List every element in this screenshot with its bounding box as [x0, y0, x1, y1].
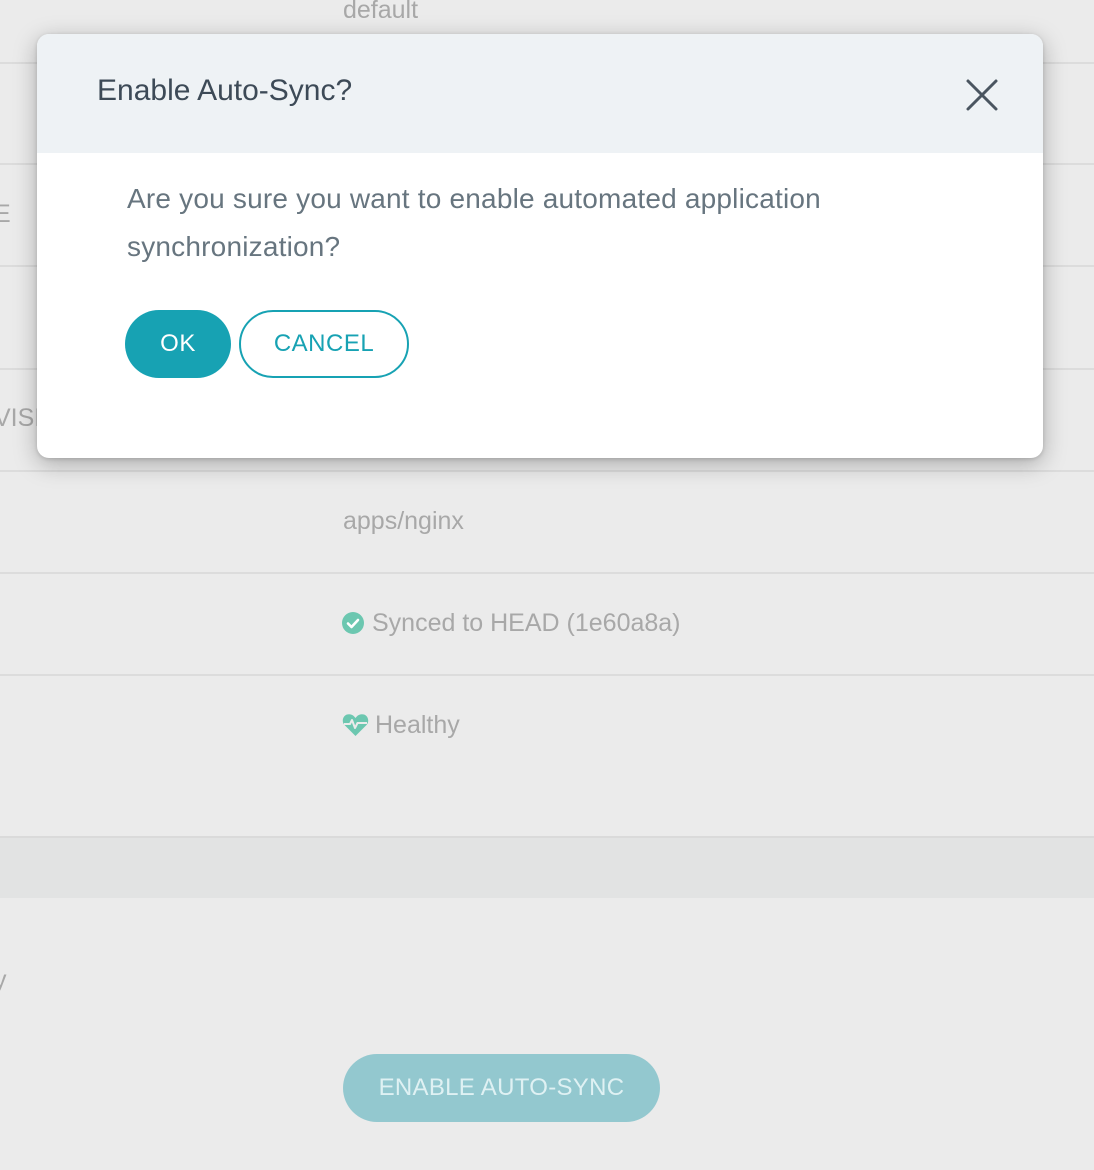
row-label-fragment: y — [0, 966, 7, 994]
row-divider — [0, 674, 1094, 676]
heart-pulse-icon — [342, 714, 369, 736]
check-circle-icon — [342, 612, 364, 634]
row-divider — [0, 572, 1094, 574]
dialog-title: Enable Auto-Sync? — [97, 74, 353, 107]
ok-button[interactable]: OK — [125, 310, 231, 378]
dialog-message: Are you sure you want to enable automate… — [127, 183, 821, 262]
enable-auto-sync-dialog: Enable Auto-Sync? Are you sure you want … — [37, 34, 1043, 458]
section-separator — [0, 836, 1094, 898]
close-button[interactable] — [963, 76, 1001, 114]
health-status-text: Healthy — [375, 711, 460, 739]
row-label-fragment: VISI — [0, 404, 42, 432]
enable-auto-sync-button: ENABLE AUTO-SYNC — [343, 1054, 660, 1122]
path-value: apps/nginx — [343, 507, 464, 535]
project-value: default — [343, 0, 419, 24]
row-label-fragment: E — [0, 200, 11, 228]
cancel-button[interactable]: CANCEL — [239, 310, 409, 378]
dialog-header: Enable Auto-Sync? — [37, 34, 1043, 153]
row-divider — [0, 470, 1094, 472]
close-icon — [966, 79, 998, 111]
sync-status-text: Synced to HEAD (1e60a8a) — [372, 609, 681, 637]
